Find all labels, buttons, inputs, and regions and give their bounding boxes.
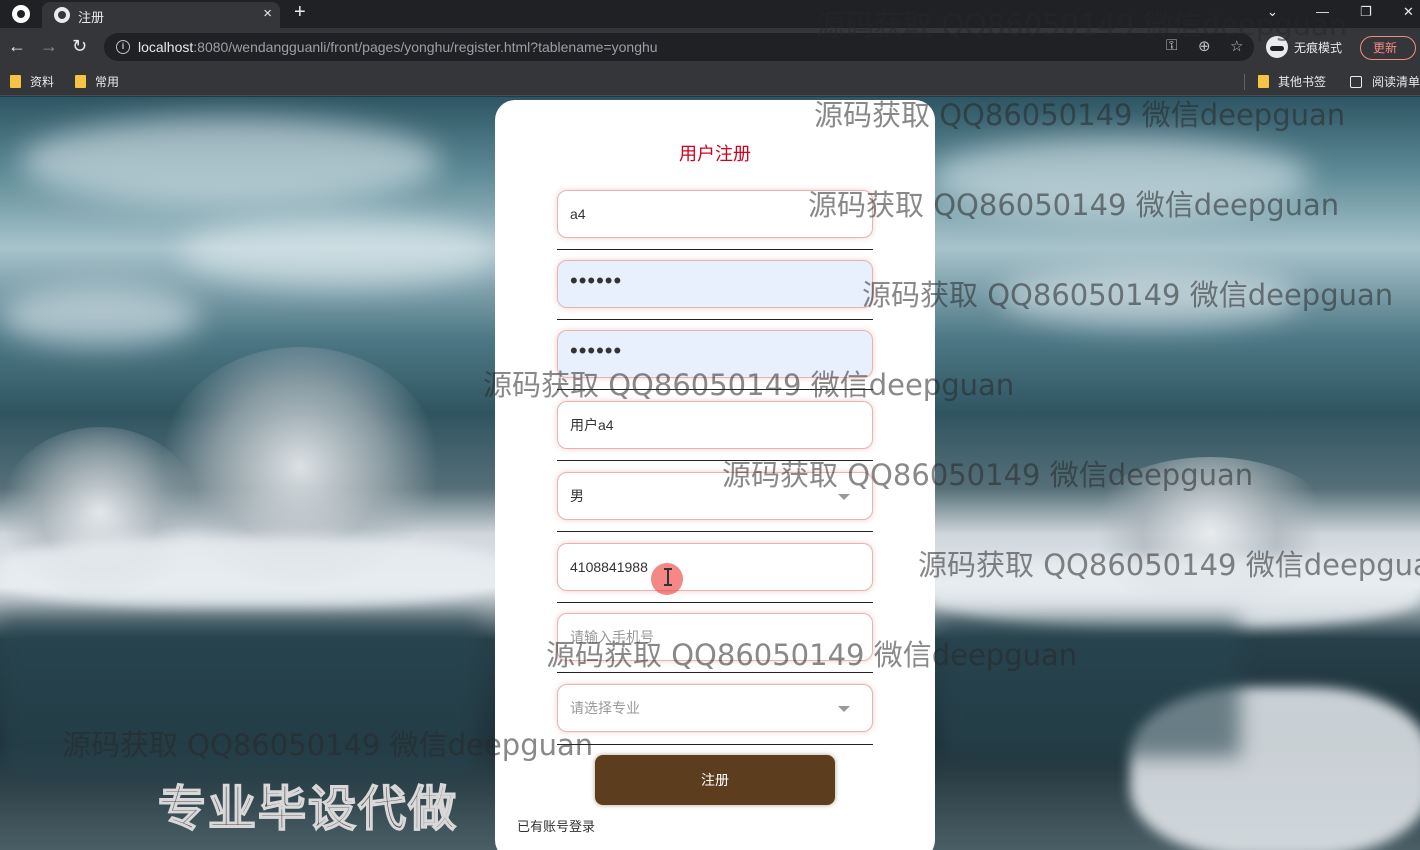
back-icon[interactable]: ← xyxy=(8,36,26,56)
major-select[interactable]: 请选择专业 xyxy=(557,684,873,732)
address-bar[interactable]: i localhost:8080/wendangguanli/front/pag… xyxy=(104,33,1254,61)
incognito-indicator[interactable]: 无痕模式 xyxy=(1266,34,1342,60)
reading-list[interactable]: 阅读清单 xyxy=(1350,73,1420,90)
browser-logo-icon xyxy=(12,5,30,23)
password-input[interactable]: •••••• xyxy=(557,260,873,308)
account-input[interactable]: a4 xyxy=(557,190,873,238)
id-card-input[interactable]: 4108841988 xyxy=(557,543,873,591)
divider xyxy=(557,744,873,745)
register-card: 用户注册 a4 •••••• •••••• 用户a4 男 4108841988 xyxy=(495,100,935,850)
divider xyxy=(557,249,873,250)
login-link[interactable]: 已有账号登录 xyxy=(517,816,595,835)
folder-icon xyxy=(1258,75,1269,88)
new-tab-button[interactable]: + xyxy=(294,1,306,24)
divider xyxy=(557,389,873,390)
key-icon[interactable]: ⚿ xyxy=(1166,37,1177,54)
folder-icon xyxy=(75,75,86,88)
bookmark-folder-ziliao[interactable]: 资料 xyxy=(10,73,54,90)
folder-icon xyxy=(10,75,21,88)
browser-tab-bar: 注册 × + ⌄ — ❐ ✕ xyxy=(0,0,1420,28)
page-title: 用户注册 xyxy=(679,144,751,164)
incognito-icon xyxy=(1266,36,1288,58)
tab-title: 注册 xyxy=(78,10,105,25)
close-window-icon[interactable]: ✕ xyxy=(1403,4,1414,20)
forward-icon[interactable]: → xyxy=(40,36,58,56)
confirm-password-input[interactable]: •••••• xyxy=(557,330,873,378)
name-input[interactable]: 用户a4 xyxy=(557,401,873,449)
reading-list-icon xyxy=(1350,75,1362,88)
bookmark-folder-changyong[interactable]: 常用 xyxy=(75,73,119,90)
site-info-icon[interactable]: i xyxy=(116,40,130,54)
divider xyxy=(557,460,873,461)
bookmark-star-icon[interactable]: ☆ xyxy=(1230,37,1243,55)
gender-select[interactable]: 男 xyxy=(557,472,873,520)
phone-input[interactable]: 请输入手机号 xyxy=(557,613,873,661)
globe-icon xyxy=(54,7,70,23)
page-viewport: 专业毕设代做 用户注册 a4 •••••• •••••• 用户a4 男 4108… xyxy=(0,97,1420,850)
promo-banner: 专业毕设代做 xyxy=(157,780,459,838)
reload-icon[interactable]: ↻ xyxy=(72,36,87,56)
browser-tab-active[interactable]: 注册 × xyxy=(42,2,280,28)
tab-close-icon[interactable]: × xyxy=(263,5,272,22)
divider xyxy=(557,672,873,673)
bookmarks-separator xyxy=(1244,74,1245,90)
tab-search-icon[interactable]: ⌄ xyxy=(1267,4,1278,20)
bookmarks-bar: 资料 常用 其他书签 阅读清单 xyxy=(0,66,1420,96)
text-cursor-icon xyxy=(664,568,672,586)
divider xyxy=(557,319,873,320)
bookmark-other[interactable]: 其他书签 xyxy=(1258,73,1326,90)
divider xyxy=(557,602,873,603)
chevron-down-icon xyxy=(838,494,850,500)
zoom-icon[interactable]: ⊕ xyxy=(1198,37,1211,55)
restore-icon[interactable]: ❐ xyxy=(1360,4,1372,20)
browser-toolbar: ← → ↻ i localhost:8080/wendangguanli/fro… xyxy=(0,28,1420,66)
register-button[interactable]: 注册 xyxy=(595,755,835,805)
divider xyxy=(557,531,873,532)
url-text: localhost:8080/wendangguanli/front/pages… xyxy=(138,39,658,55)
incognito-label: 无痕模式 xyxy=(1294,40,1343,55)
minimize-icon[interactable]: — xyxy=(1316,4,1329,19)
update-button[interactable]: 更新 xyxy=(1360,36,1416,60)
chevron-down-icon xyxy=(838,706,850,712)
